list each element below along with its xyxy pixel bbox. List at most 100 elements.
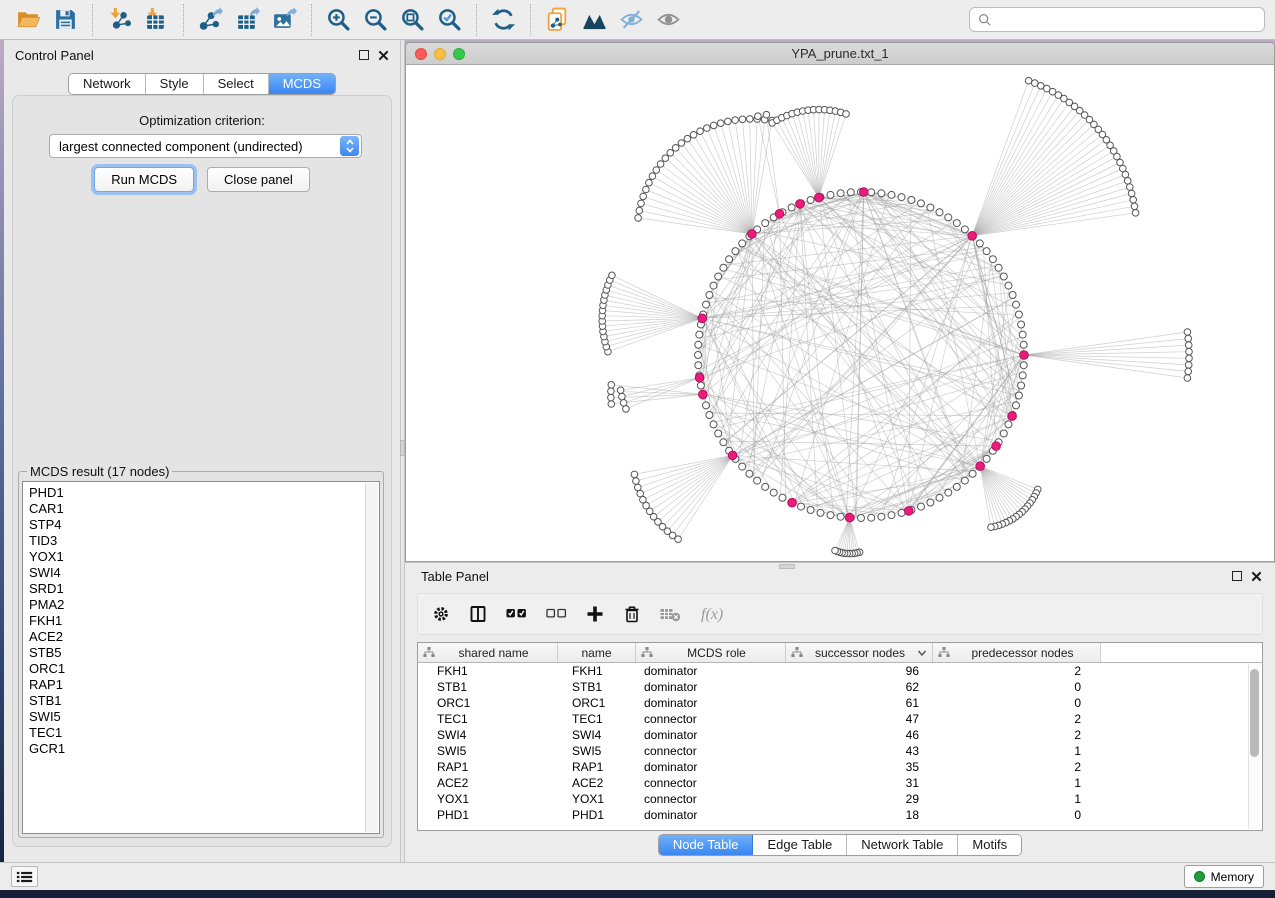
network-canvas[interactable] bbox=[406, 65, 1274, 561]
show-columns-icon[interactable] bbox=[469, 605, 487, 623]
ring-node[interactable] bbox=[696, 331, 703, 338]
ring-node[interactable] bbox=[1015, 392, 1022, 399]
ring-node[interactable] bbox=[715, 430, 722, 437]
criterion-select[interactable]: largest connected component (undirected) bbox=[49, 134, 362, 158]
mcds-hub-node[interactable] bbox=[992, 442, 1001, 451]
window-zoom-button[interactable] bbox=[453, 48, 465, 60]
ring-node[interactable] bbox=[779, 494, 786, 501]
ring-node[interactable] bbox=[868, 189, 875, 196]
search-input[interactable] bbox=[997, 12, 1256, 27]
satellite-node[interactable] bbox=[609, 272, 616, 279]
ring-node[interactable] bbox=[697, 382, 704, 389]
ring-node[interactable] bbox=[898, 194, 905, 201]
result-node-item[interactable]: GCR1 bbox=[23, 741, 379, 757]
result-list-scrollbar[interactable] bbox=[365, 483, 378, 832]
add-column-icon[interactable] bbox=[586, 605, 604, 623]
float-table-panel-icon[interactable] bbox=[1232, 571, 1242, 581]
table-row[interactable]: YOX1YOX1connector291 bbox=[418, 791, 1262, 807]
ring-node[interactable] bbox=[989, 256, 996, 263]
satellite-node[interactable] bbox=[619, 393, 626, 400]
mcds-hub-node[interactable] bbox=[976, 462, 985, 471]
result-node-item[interactable]: TEC1 bbox=[23, 725, 379, 741]
horizontal-splitter-handle[interactable] bbox=[779, 564, 795, 569]
ring-node[interactable] bbox=[878, 513, 885, 520]
float-panel-icon[interactable] bbox=[359, 50, 369, 60]
table-row[interactable]: SWI5SWI5connector431 bbox=[418, 743, 1262, 759]
close-panel-icon[interactable] bbox=[378, 50, 389, 61]
ring-node[interactable] bbox=[798, 503, 805, 510]
refresh-layout-icon[interactable] bbox=[485, 4, 522, 36]
ring-node[interactable] bbox=[1018, 382, 1025, 389]
ring-node[interactable] bbox=[945, 214, 952, 221]
ring-node[interactable] bbox=[1013, 402, 1020, 409]
network-graph[interactable] bbox=[406, 65, 1274, 561]
run-mcds-button[interactable]: Run MCDS bbox=[94, 167, 194, 192]
open-folder-icon[interactable] bbox=[10, 4, 47, 36]
memory-button[interactable]: Memory bbox=[1184, 865, 1264, 888]
ring-node[interactable] bbox=[1018, 321, 1025, 328]
mcds-hub-node[interactable] bbox=[698, 314, 707, 323]
satellite-node[interactable] bbox=[608, 382, 615, 389]
column-header-shared-name[interactable]: shared name bbox=[418, 643, 558, 662]
table-row[interactable]: TEC1TEC1connector472 bbox=[418, 711, 1262, 727]
satellite-node[interactable] bbox=[1185, 342, 1192, 349]
ring-node[interactable] bbox=[703, 402, 710, 409]
ring-node[interactable] bbox=[858, 515, 865, 522]
table-settings-icon[interactable] bbox=[432, 605, 450, 623]
hide-selected-icon[interactable] bbox=[613, 4, 650, 36]
column-header-name[interactable]: name bbox=[558, 643, 636, 662]
satellite-node[interactable] bbox=[657, 161, 664, 168]
satellite-node[interactable] bbox=[608, 394, 615, 401]
ring-node[interactable] bbox=[732, 248, 739, 255]
tab-network-table[interactable]: Network Table bbox=[847, 835, 958, 855]
mcds-hub-node[interactable] bbox=[796, 200, 805, 209]
mcds-hub-node[interactable] bbox=[748, 230, 757, 239]
satellite-node[interactable] bbox=[1128, 190, 1135, 197]
mcds-hub-node[interactable] bbox=[788, 498, 797, 507]
satellite-node[interactable] bbox=[678, 140, 685, 147]
satellite-node[interactable] bbox=[704, 125, 711, 132]
satellite-node[interactable] bbox=[1185, 335, 1192, 342]
ring-node[interactable] bbox=[720, 264, 727, 271]
table-row[interactable]: ACE2ACE2connector311 bbox=[418, 775, 1262, 791]
mcds-hub-node[interactable] bbox=[728, 451, 737, 460]
ring-node[interactable] bbox=[995, 264, 1002, 271]
satellite-node[interactable] bbox=[617, 387, 624, 394]
ring-node[interactable] bbox=[936, 209, 943, 216]
satellite-node[interactable] bbox=[1130, 197, 1137, 204]
zoom-in-icon[interactable] bbox=[320, 4, 357, 36]
satellite-node[interactable] bbox=[732, 117, 739, 124]
ring-node[interactable] bbox=[715, 273, 722, 280]
satellite-node[interactable] bbox=[725, 118, 732, 125]
ring-node[interactable] bbox=[837, 513, 844, 520]
show-all-icon[interactable] bbox=[650, 4, 687, 36]
ring-node[interactable] bbox=[1019, 372, 1026, 379]
search-box[interactable] bbox=[969, 7, 1265, 32]
ring-node[interactable] bbox=[936, 494, 943, 501]
table-row[interactable]: RAP1RAP1dominator352 bbox=[418, 759, 1262, 775]
ring-node[interactable] bbox=[817, 509, 824, 516]
satellite-node[interactable] bbox=[1185, 368, 1192, 375]
tab-node-table[interactable]: Node Table bbox=[659, 835, 754, 855]
ring-node[interactable] bbox=[827, 512, 834, 519]
ring-node[interactable] bbox=[807, 197, 814, 204]
satellite-node[interactable] bbox=[739, 116, 746, 123]
ring-node[interactable] bbox=[710, 282, 717, 289]
result-node-item[interactable]: YOX1 bbox=[23, 549, 379, 565]
result-node-item[interactable]: FKH1 bbox=[23, 613, 379, 629]
ring-node[interactable] bbox=[739, 463, 746, 470]
tab-mcds[interactable]: MCDS bbox=[269, 74, 335, 94]
satellite-node[interactable] bbox=[717, 120, 724, 127]
satellite-node[interactable] bbox=[747, 116, 754, 123]
tab-style[interactable]: Style bbox=[146, 74, 204, 94]
first-neighbors-icon[interactable] bbox=[576, 4, 613, 36]
result-node-item[interactable]: STP4 bbox=[23, 517, 379, 533]
satellite-node[interactable] bbox=[636, 207, 643, 214]
delete-columns-icon[interactable] bbox=[623, 605, 641, 623]
satellite-node[interactable] bbox=[637, 490, 644, 497]
export-table-icon[interactable] bbox=[229, 4, 266, 36]
import-table-icon[interactable] bbox=[138, 4, 175, 36]
satellite-node[interactable] bbox=[832, 547, 839, 554]
tab-edge-table[interactable]: Edge Table bbox=[753, 835, 847, 855]
column-header-predecessor-nodes[interactable]: predecessor nodes bbox=[933, 643, 1101, 662]
